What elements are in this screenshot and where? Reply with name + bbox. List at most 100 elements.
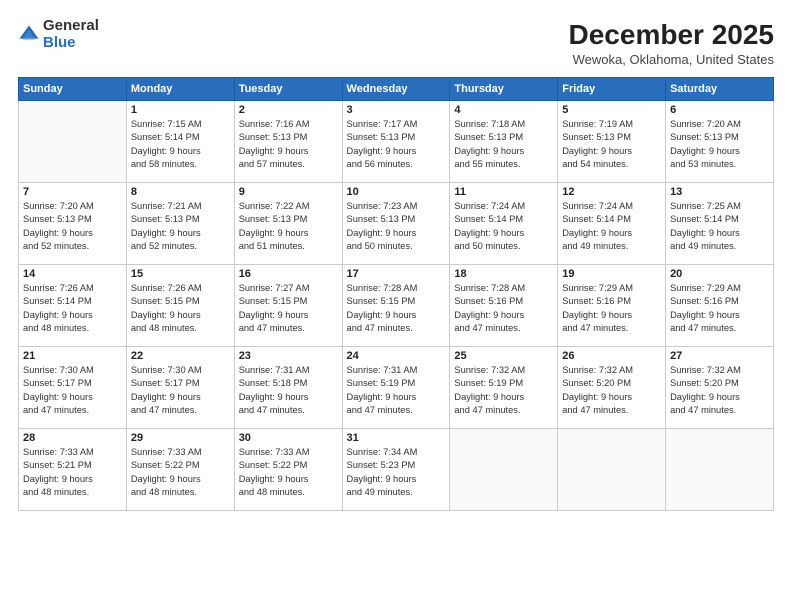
day-info: Sunrise: 7:27 AMSunset: 5:15 PMDaylight:… <box>239 282 338 336</box>
cell-w1-d3: 2Sunrise: 7:16 AMSunset: 5:13 PMDaylight… <box>234 100 342 182</box>
header-row: Sunday Monday Tuesday Wednesday Thursday… <box>19 77 774 100</box>
day-info: Sunrise: 7:28 AMSunset: 5:15 PMDaylight:… <box>347 282 446 336</box>
calendar-body: 1Sunrise: 7:15 AMSunset: 5:14 PMDaylight… <box>19 100 774 510</box>
week-row-3: 14 Sunrise: 7:26 AMSunset: 5:14 PMDayligh… <box>19 264 774 346</box>
day-info: Sunrise: 7:26 AMSunset: 5:15 PMDaylight:… <box>131 282 230 336</box>
day-info: Sunrise: 7:33 AMSunset: 5:22 PMDaylight:… <box>239 446 338 500</box>
day-number: 16 <box>239 268 338 280</box>
cell-w1-d6: 5Sunrise: 7:19 AMSunset: 5:13 PMDaylight… <box>558 100 666 182</box>
cell-w1-d1 <box>19 100 127 182</box>
day-number: 7 <box>23 186 122 198</box>
cell-w5-d4: 31 Sunrise: 7:34 AMSunset: 5:23 PMDayligh… <box>342 428 450 510</box>
cell-w2-d3: 9 Sunrise: 7:22 AMSunset: 5:13 PMDaylight… <box>234 182 342 264</box>
day-number: 9 <box>239 186 338 198</box>
day-info: Sunrise: 7:33 AMSunset: 5:21 PMDaylight:… <box>23 446 122 500</box>
cell-w4-d3: 23 Sunrise: 7:31 AMSunset: 5:18 PMDayligh… <box>234 346 342 428</box>
logo: General Blue <box>18 18 99 51</box>
cell-w3-d2: 15 Sunrise: 7:26 AMSunset: 5:15 PMDayligh… <box>126 264 234 346</box>
page: General Blue December 2025 Wewoka, Oklah… <box>0 0 792 612</box>
day-number: 27 <box>670 350 769 362</box>
cell-w3-d4: 17 Sunrise: 7:28 AMSunset: 5:15 PMDayligh… <box>342 264 450 346</box>
day-number: 29 <box>131 432 230 444</box>
col-tuesday: Tuesday <box>234 77 342 100</box>
col-wednesday: Wednesday <box>342 77 450 100</box>
week-row-1: 1Sunrise: 7:15 AMSunset: 5:14 PMDaylight… <box>19 100 774 182</box>
day-info: Sunrise: 7:23 AMSunset: 5:13 PMDaylight:… <box>347 200 446 254</box>
day-info: Sunrise: 7:20 AMSunset: 5:13 PMDaylight:… <box>23 200 122 254</box>
logo-icon <box>18 24 40 46</box>
day-number: 24 <box>347 350 446 362</box>
cell-w2-d2: 8 Sunrise: 7:21 AMSunset: 5:13 PMDaylight… <box>126 182 234 264</box>
day-number: 21 <box>23 350 122 362</box>
day-number: 6 <box>670 104 769 116</box>
cell-w1-d2: 1Sunrise: 7:15 AMSunset: 5:14 PMDaylight… <box>126 100 234 182</box>
day-number: 10 <box>347 186 446 198</box>
calendar-header: Sunday Monday Tuesday Wednesday Thursday… <box>19 77 774 100</box>
week-row-4: 21 Sunrise: 7:30 AMSunset: 5:17 PMDayligh… <box>19 346 774 428</box>
day-info: Sunrise: 7:24 AMSunset: 5:14 PMDaylight:… <box>562 200 661 254</box>
day-info: Sunrise: 7:25 AMSunset: 5:14 PMDaylight:… <box>670 200 769 254</box>
day-info: Sunrise: 7:32 AMSunset: 5:19 PMDaylight:… <box>454 364 553 418</box>
cell-w2-d5: 11 Sunrise: 7:24 AMSunset: 5:14 PMDayligh… <box>450 182 558 264</box>
cell-w2-d7: 13 Sunrise: 7:25 AMSunset: 5:14 PMDayligh… <box>666 182 774 264</box>
cell-w2-d4: 10 Sunrise: 7:23 AMSunset: 5:13 PMDayligh… <box>342 182 450 264</box>
col-thursday: Thursday <box>450 77 558 100</box>
cell-w5-d1: 28 Sunrise: 7:33 AMSunset: 5:21 PMDayligh… <box>19 428 127 510</box>
day-number: 5 <box>562 104 661 116</box>
day-number: 4 <box>454 104 553 116</box>
day-info: Sunrise: 7:16 AMSunset: 5:13 PMDaylight:… <box>239 118 338 172</box>
cell-w4-d6: 26Sunrise: 7:32 AMSunset: 5:20 PMDayligh… <box>558 346 666 428</box>
logo-text: General Blue <box>43 18 99 51</box>
day-info: Sunrise: 7:26 AMSunset: 5:14 PMDaylight:… <box>23 282 122 336</box>
week-row-2: 7 Sunrise: 7:20 AMSunset: 5:13 PMDaylight… <box>19 182 774 264</box>
day-info: Sunrise: 7:31 AMSunset: 5:19 PMDaylight:… <box>347 364 446 418</box>
cell-w5-d7 <box>666 428 774 510</box>
day-number: 11 <box>454 186 553 198</box>
col-monday: Monday <box>126 77 234 100</box>
day-info: Sunrise: 7:15 AMSunset: 5:14 PMDaylight:… <box>131 118 230 172</box>
cell-w2-d6: 12Sunrise: 7:24 AMSunset: 5:14 PMDayligh… <box>558 182 666 264</box>
cell-w4-d4: 24 Sunrise: 7:31 AMSunset: 5:19 PMDayligh… <box>342 346 450 428</box>
subtitle: Wewoka, Oklahoma, United States <box>569 52 774 67</box>
day-info: Sunrise: 7:28 AMSunset: 5:16 PMDaylight:… <box>454 282 553 336</box>
cell-w1-d7: 6 Sunrise: 7:20 AMSunset: 5:13 PMDaylight… <box>666 100 774 182</box>
day-info: Sunrise: 7:30 AMSunset: 5:17 PMDaylight:… <box>23 364 122 418</box>
week-row-5: 28 Sunrise: 7:33 AMSunset: 5:21 PMDayligh… <box>19 428 774 510</box>
day-number: 8 <box>131 186 230 198</box>
calendar-table: Sunday Monday Tuesday Wednesday Thursday… <box>18 77 774 511</box>
cell-w3-d3: 16 Sunrise: 7:27 AMSunset: 5:15 PMDayligh… <box>234 264 342 346</box>
day-number: 31 <box>347 432 446 444</box>
cell-w3-d6: 19Sunrise: 7:29 AMSunset: 5:16 PMDayligh… <box>558 264 666 346</box>
day-info: Sunrise: 7:22 AMSunset: 5:13 PMDaylight:… <box>239 200 338 254</box>
col-friday: Friday <box>558 77 666 100</box>
cell-w5-d5 <box>450 428 558 510</box>
day-number: 17 <box>347 268 446 280</box>
day-info: Sunrise: 7:18 AMSunset: 5:13 PMDaylight:… <box>454 118 553 172</box>
day-info: Sunrise: 7:21 AMSunset: 5:13 PMDaylight:… <box>131 200 230 254</box>
cell-w3-d5: 18 Sunrise: 7:28 AMSunset: 5:16 PMDayligh… <box>450 264 558 346</box>
day-info: Sunrise: 7:24 AMSunset: 5:14 PMDaylight:… <box>454 200 553 254</box>
day-info: Sunrise: 7:17 AMSunset: 5:13 PMDaylight:… <box>347 118 446 172</box>
logo-blue: Blue <box>43 35 99 52</box>
cell-w4-d1: 21 Sunrise: 7:30 AMSunset: 5:17 PMDayligh… <box>19 346 127 428</box>
day-info: Sunrise: 7:34 AMSunset: 5:23 PMDaylight:… <box>347 446 446 500</box>
day-info: Sunrise: 7:30 AMSunset: 5:17 PMDaylight:… <box>131 364 230 418</box>
day-number: 25 <box>454 350 553 362</box>
day-info: Sunrise: 7:29 AMSunset: 5:16 PMDaylight:… <box>562 282 661 336</box>
day-number: 28 <box>23 432 122 444</box>
day-info: Sunrise: 7:20 AMSunset: 5:13 PMDaylight:… <box>670 118 769 172</box>
cell-w3-d1: 14 Sunrise: 7:26 AMSunset: 5:14 PMDayligh… <box>19 264 127 346</box>
cell-w4-d7: 27Sunrise: 7:32 AMSunset: 5:20 PMDayligh… <box>666 346 774 428</box>
day-number: 18 <box>454 268 553 280</box>
day-number: 22 <box>131 350 230 362</box>
day-number: 15 <box>131 268 230 280</box>
cell-w5-d6 <box>558 428 666 510</box>
day-number: 20 <box>670 268 769 280</box>
day-number: 14 <box>23 268 122 280</box>
day-info: Sunrise: 7:31 AMSunset: 5:18 PMDaylight:… <box>239 364 338 418</box>
col-sunday: Sunday <box>19 77 127 100</box>
day-info: Sunrise: 7:32 AMSunset: 5:20 PMDaylight:… <box>562 364 661 418</box>
col-saturday: Saturday <box>666 77 774 100</box>
day-number: 13 <box>670 186 769 198</box>
day-number: 23 <box>239 350 338 362</box>
